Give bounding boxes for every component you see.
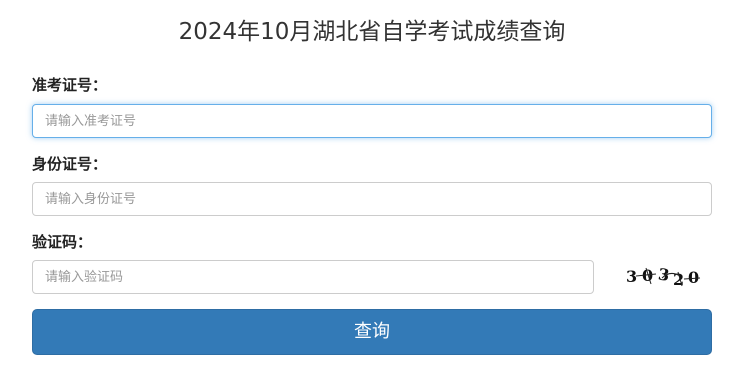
captcha-label: 验证码： [32, 233, 93, 251]
id-number-label: 身份证号： [32, 155, 108, 173]
captcha-char: 3 [626, 267, 637, 286]
captcha-char: 0 [688, 268, 699, 287]
score-query-page: 2024年10月湖北省自学考试成绩查询 准考证号： 身份证号： 验证码： 3 0… [0, 0, 744, 375]
captcha-image[interactable]: 3 0 3 2 0 [618, 262, 708, 290]
exam-number-label: 准考证号： [32, 76, 108, 94]
exam-number-input[interactable] [32, 104, 712, 138]
query-button[interactable]: 查询 [32, 309, 712, 355]
page-title: 2024年10月湖北省自学考试成绩查询 [178, 19, 566, 45]
captcha-char: 3 [657, 265, 671, 285]
captcha-input[interactable] [32, 260, 594, 294]
id-number-input[interactable] [32, 182, 712, 216]
